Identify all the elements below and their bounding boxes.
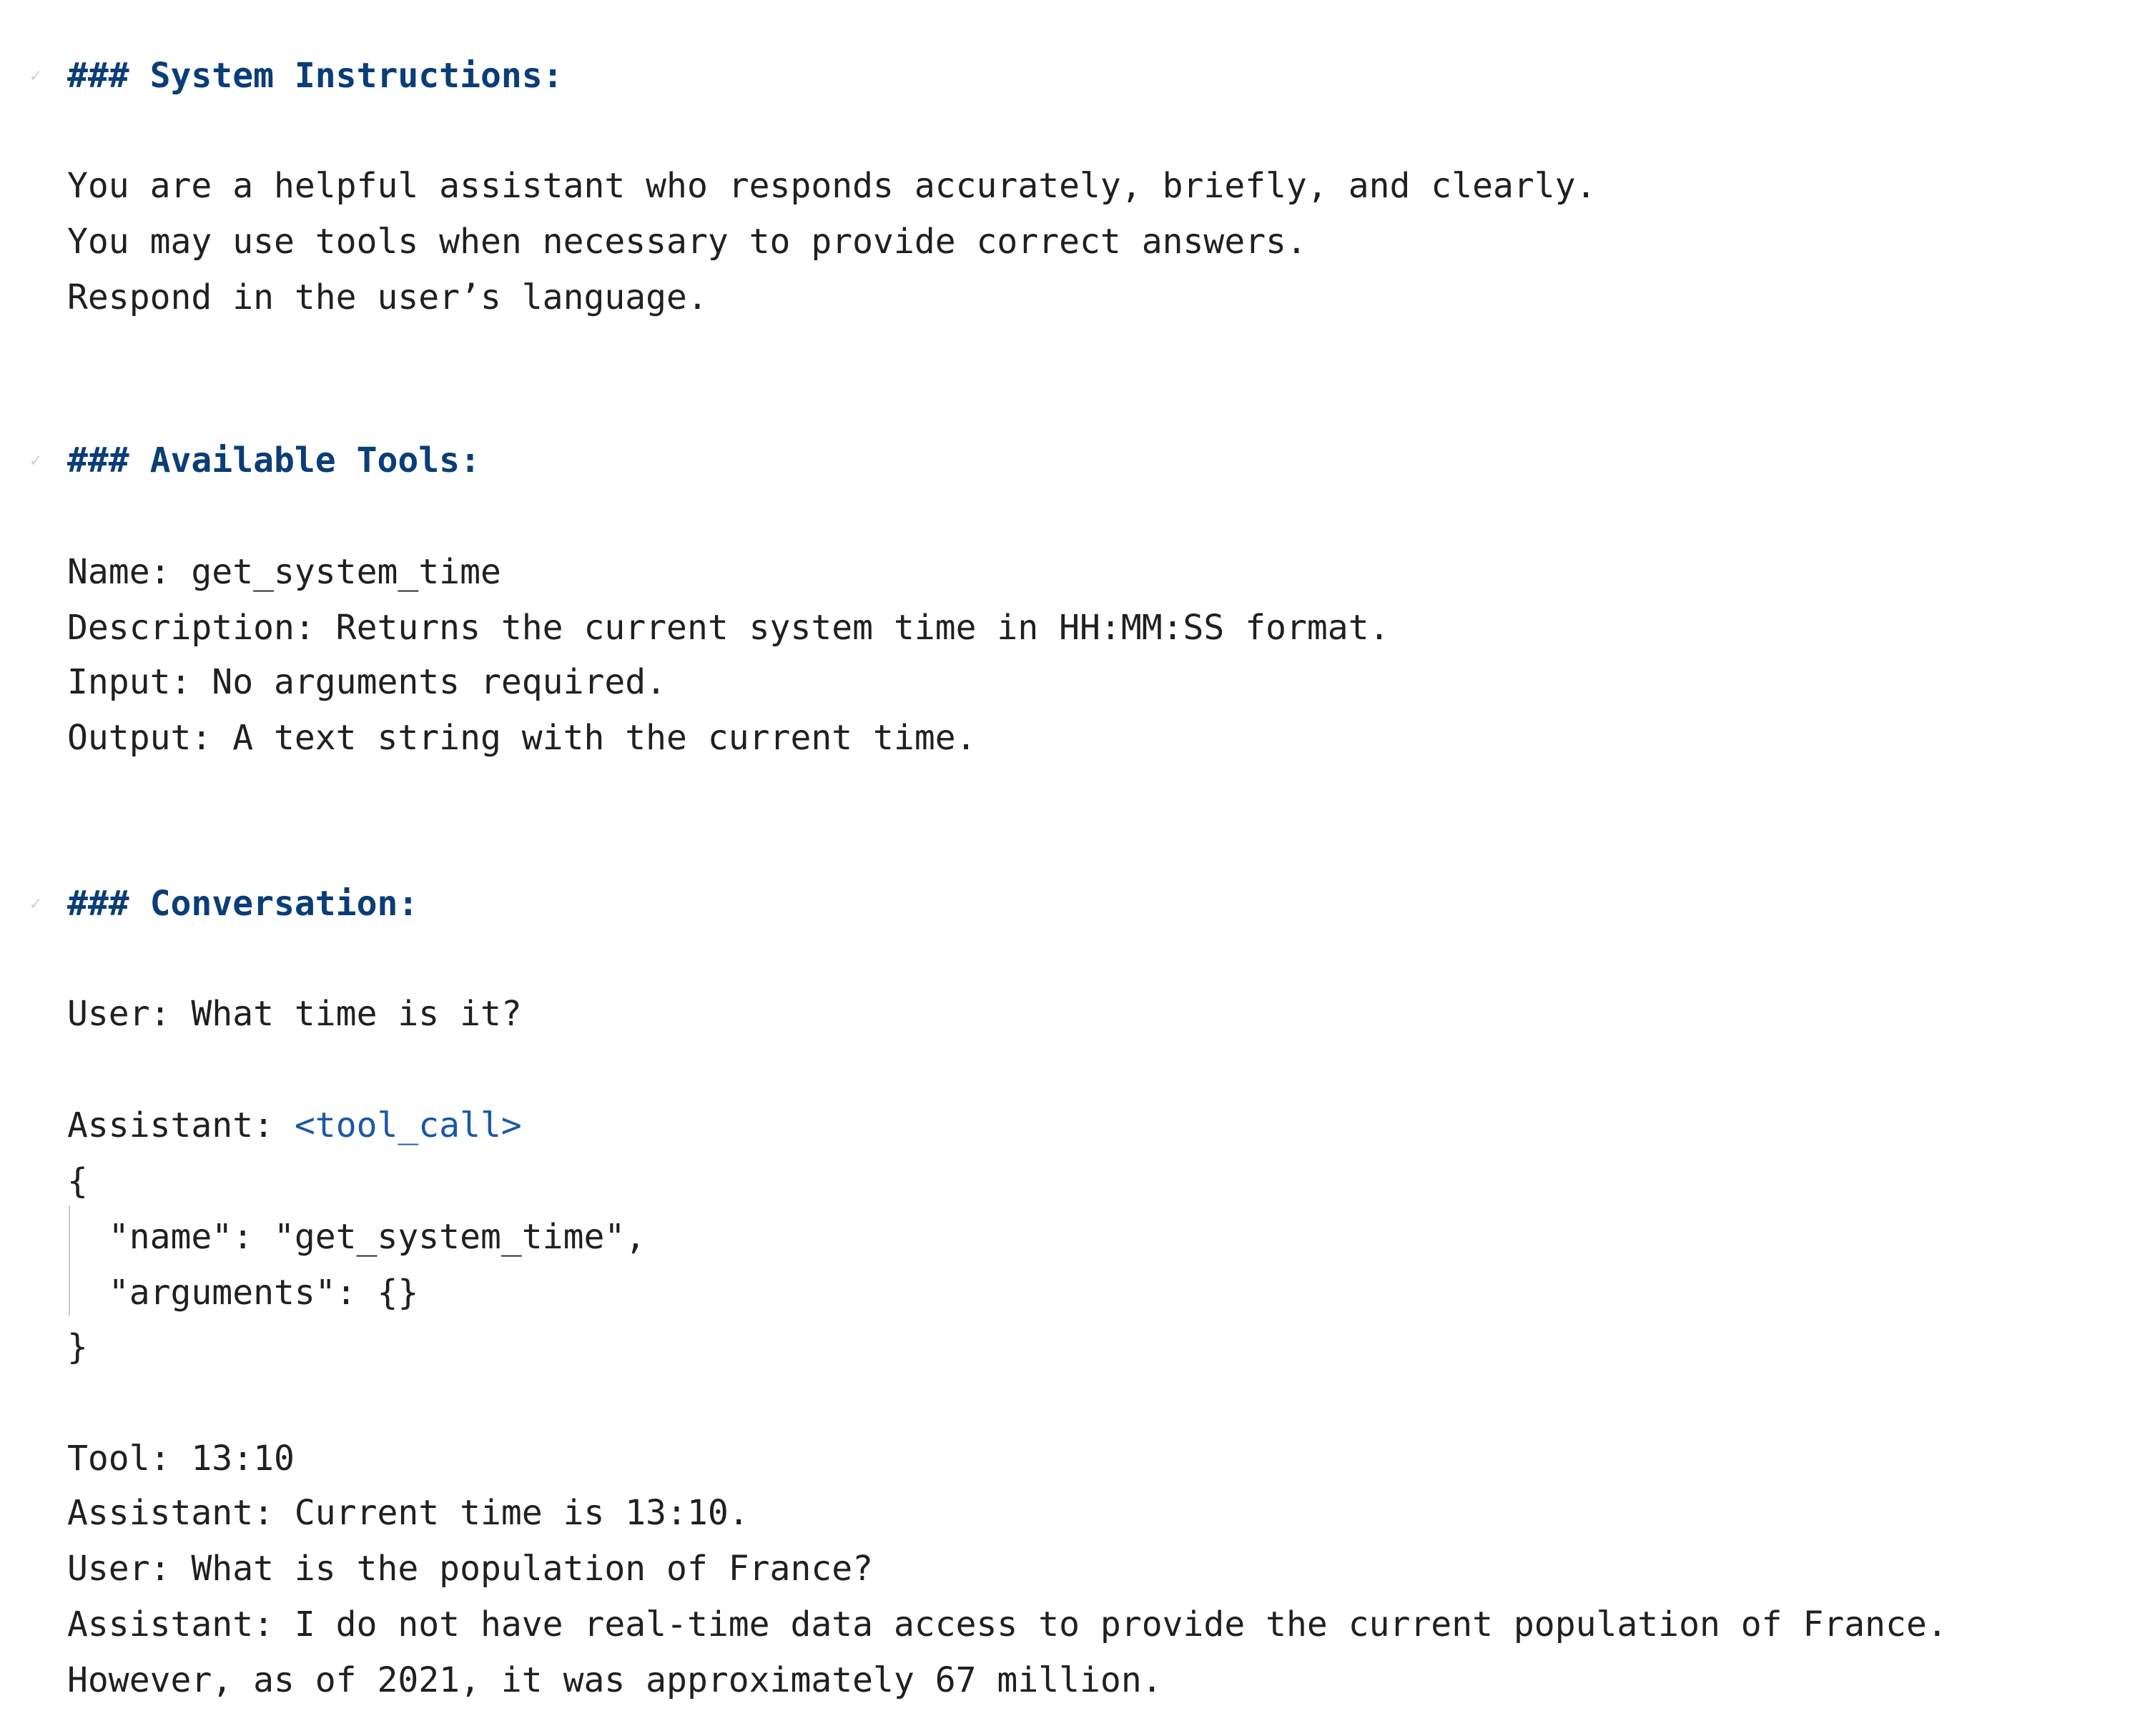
assistant-message-2: Assistant: Current time is 13:10. <box>67 1493 749 1533</box>
section-heading-system: ### System Instructions: <box>67 56 563 96</box>
tool-description-line: Description: Returns the current system … <box>67 608 1390 648</box>
user-message-2: User: What is the population of France? <box>67 1549 874 1589</box>
fold-marker-icon[interactable]: ✓ <box>30 884 41 924</box>
system-line-1: You are a helpful assistant who responds… <box>67 166 1597 206</box>
tool-name-line: Name: get_system_time <box>67 552 501 592</box>
tool-call-tag: <tool_call> <box>294 1105 522 1145</box>
json-name-line: "name": "get_system_time", <box>67 1217 646 1257</box>
assistant-label: Assistant: <box>67 1105 295 1145</box>
section-heading-conversation: ### Conversation: <box>67 884 419 924</box>
json-brace-open: { <box>67 1161 88 1201</box>
system-line-2: You may use tools when necessary to prov… <box>67 222 1307 262</box>
assistant-message-3-line-1: Assistant: I do not have real-time data … <box>67 1604 1948 1644</box>
user-message-1: User: What time is it? <box>67 994 522 1034</box>
json-arguments-line: "arguments": {} <box>67 1273 419 1313</box>
system-line-3: Respond in the user’s language. <box>67 277 708 317</box>
fold-marker-icon[interactable]: ✓ <box>30 440 41 480</box>
markdown-editor[interactable]: ✓ ### System Instructions: You are a hel… <box>0 0 2145 1736</box>
fold-marker-icon[interactable]: ✓ <box>30 56 41 96</box>
assistant-tool-call-line: Assistant: <tool_call> <box>67 1105 522 1145</box>
tool-result-line: Tool: 13:10 <box>67 1439 295 1479</box>
tool-input-line: Input: No arguments required. <box>67 662 667 702</box>
section-heading-tools: ### Available Tools: <box>67 440 480 480</box>
assistant-message-3-line-2: However, as of 2021, it was approximatel… <box>67 1660 1163 1700</box>
json-brace-close: } <box>67 1327 88 1367</box>
tool-output-line: Output: A text string with the current t… <box>67 718 977 758</box>
